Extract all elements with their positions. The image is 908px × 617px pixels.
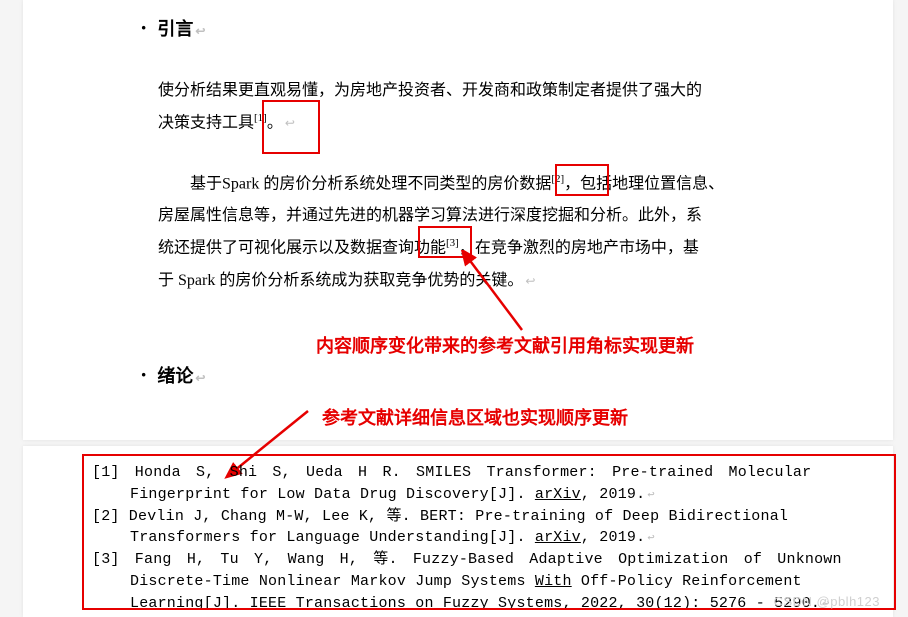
citation-2: [2]	[551, 173, 564, 185]
para2-line4: 于 Spark 的房价分析系统成为获取竞争优势的关键。	[158, 272, 523, 289]
watermark: CSDN @pblh123	[774, 594, 880, 609]
ref1-line1: [1] Honda S, Shi S, Ueda H R. SMILES Tra…	[92, 464, 811, 481]
paragraph-2: 基于Spark 的房价分析系统处理不同类型的房价数据[2]，包括地理位置信息、 …	[158, 168, 858, 297]
para1-line1: 使分析结果更直观易懂，为房地产投资者、开发商和政策制定者提供了强大的	[158, 82, 702, 99]
paragraph-1: 使分析结果更直观易懂，为房地产投资者、开发商和政策制定者提供了强大的 决策支持工…	[158, 75, 858, 139]
annotation-1: 内容顺序变化带来的参考文献引用角标实现更新	[316, 332, 694, 358]
ref2-line2-post: , 2019.	[581, 529, 645, 546]
ref1-line2-post: , 2019.	[581, 486, 645, 503]
line-break-mark: ↩	[285, 116, 295, 130]
reference-2: [2] Devlin J, Chang M-W, Lee K, 等. BERT:…	[92, 506, 887, 550]
para2-line1-post: ，包括地理位置信息、	[564, 175, 724, 192]
annotation-2: 参考文献详细信息区域也实现顺序更新	[322, 404, 628, 430]
ref1-line2-pre: Fingerprint for Low Data Drug Discovery[…	[130, 486, 535, 503]
heading-discussion: ·绪论↩	[140, 362, 205, 388]
heading-intro: ·引言↩	[140, 15, 205, 41]
para1-line2-pre: 决策支持工具	[158, 114, 254, 131]
para2-line3-pre: 统还提供了可视化展示以及数据查询功能	[158, 240, 446, 257]
ref3-line3: Learning[J]. IEEE Transactions on Fuzzy …	[130, 595, 820, 612]
ref3-with: With	[535, 573, 572, 590]
references-block: [1] Honda S, Shi S, Ueda H R. SMILES Tra…	[92, 462, 887, 614]
ref3-line2-post: Off-Policy Reinforcement	[572, 573, 802, 590]
reference-3: [3] Fang H, Tu Y, Wang H, 等. Fuzzy-Based…	[92, 549, 887, 614]
line-break-mark: ↩	[525, 274, 535, 288]
ref2-arxiv: arXiv	[535, 529, 581, 546]
ref1-arxiv: arXiv	[535, 486, 581, 503]
para2-line2: 房屋属性信息等，并通过先进的机器学习算法进行深度挖掘和分析。此外，系	[158, 207, 702, 224]
reference-1: [1] Honda S, Shi S, Ueda H R. SMILES Tra…	[92, 462, 887, 506]
para1-line2-post: 。	[267, 114, 283, 131]
line-break-mark: ↩	[647, 488, 654, 502]
para2-line3-post: ，在竞争激烈的房地产市场中，基	[459, 240, 699, 257]
ref3-line1: [3] Fang H, Tu Y, Wang H, 等. Fuzzy-Based…	[92, 551, 842, 568]
para2-line1-pre: 基于Spark 的房价分析系统处理不同类型的房价数据	[190, 175, 551, 192]
citation-1: [1]	[254, 112, 267, 124]
ref2-line1: [2] Devlin J, Chang M-W, Lee K, 等. BERT:…	[92, 508, 788, 525]
citation-3: [3]	[446, 237, 459, 249]
line-break-mark: ↩	[647, 531, 654, 545]
ref2-line2-pre: Transformers for Language Understanding[…	[130, 529, 535, 546]
heading-intro-text: 引言	[157, 19, 193, 39]
heading-discussion-text: 绪论	[157, 366, 193, 386]
line-break-mark: ↩	[195, 24, 205, 38]
ref3-line2-pre: Discrete-Time Nonlinear Markov Jump Syst…	[130, 573, 535, 590]
line-break-mark: ↩	[195, 371, 205, 385]
